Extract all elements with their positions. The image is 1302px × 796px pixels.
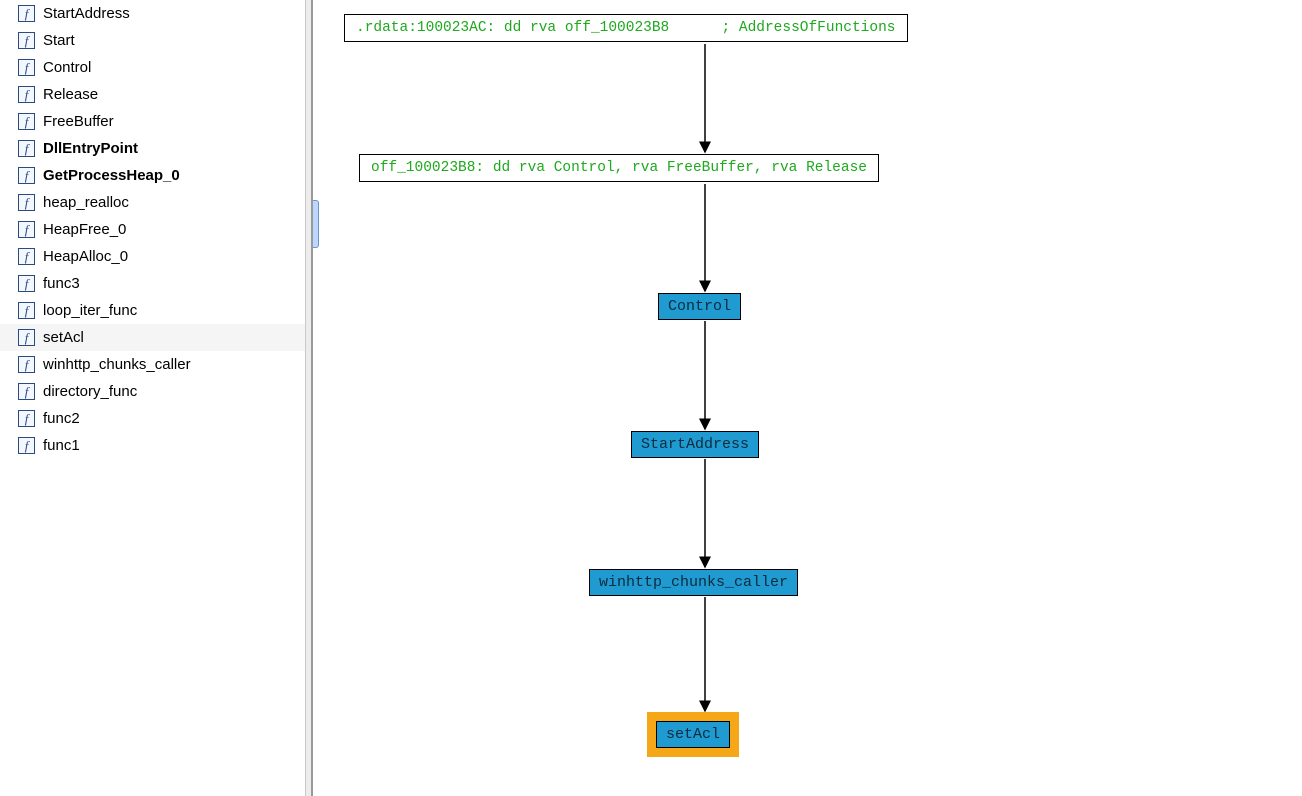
function-icon: f	[18, 32, 35, 49]
function-icon: f	[18, 194, 35, 211]
graph-node-off[interactable]: off_100023B8: dd rva Control, rva FreeBu…	[359, 154, 879, 182]
function-item-DllEntryPoint[interactable]: f DllEntryPoint	[0, 135, 305, 162]
graph-node-winhttp-chunks-caller[interactable]: winhttp_chunks_caller	[589, 569, 798, 596]
function-label: func3	[43, 275, 80, 292]
function-item-Release[interactable]: f Release	[0, 81, 305, 108]
function-label: func2	[43, 410, 80, 427]
function-item-func3[interactable]: f func3	[0, 270, 305, 297]
function-icon: f	[18, 221, 35, 238]
graph-view[interactable]: .rdata:100023AC: dd rva off_100023B8 ; A…	[311, 0, 1302, 796]
function-item-HeapAlloc_0[interactable]: f HeapAlloc_0	[0, 243, 305, 270]
function-label: winhttp_chunks_caller	[43, 356, 191, 373]
panel-collapse-handle[interactable]	[313, 200, 319, 248]
function-icon: f	[18, 140, 35, 157]
function-label: directory_func	[43, 383, 137, 400]
function-icon: f	[18, 86, 35, 103]
function-label: StartAddress	[43, 5, 130, 22]
graph-node-startaddress[interactable]: StartAddress	[631, 431, 759, 458]
graph-node-setacl[interactable]: setAcl	[656, 721, 730, 748]
function-label: HeapFree_0	[43, 221, 126, 238]
function-label: Control	[43, 59, 91, 76]
function-label: func1	[43, 437, 80, 454]
function-label: HeapAlloc_0	[43, 248, 128, 265]
graph-node-rdata[interactable]: .rdata:100023AC: dd rva off_100023B8 ; A…	[344, 14, 908, 42]
function-item-StartAddress[interactable]: f StartAddress	[0, 0, 305, 27]
function-label: setAcl	[43, 329, 84, 346]
function-icon: f	[18, 356, 35, 373]
function-label: heap_realloc	[43, 194, 129, 211]
graph-node-setacl-selected[interactable]: setAcl	[647, 712, 739, 757]
function-label: Start	[43, 32, 75, 49]
function-label: FreeBuffer	[43, 113, 114, 130]
function-icon: f	[18, 113, 35, 130]
function-label: Release	[43, 86, 98, 103]
function-icon: f	[18, 329, 35, 346]
function-icon: f	[18, 167, 35, 184]
function-icon: f	[18, 59, 35, 76]
function-item-heap_realloc[interactable]: f heap_realloc	[0, 189, 305, 216]
function-label: DllEntryPoint	[43, 140, 138, 157]
function-label: GetProcessHeap_0	[43, 167, 180, 184]
function-icon: f	[18, 5, 35, 22]
function-item-directory_func[interactable]: f directory_func	[0, 378, 305, 405]
function-item-GetProcessHeap_0[interactable]: f GetProcessHeap_0	[0, 162, 305, 189]
function-item-FreeBuffer[interactable]: f FreeBuffer	[0, 108, 305, 135]
function-icon: f	[18, 383, 35, 400]
function-item-Start[interactable]: f Start	[0, 27, 305, 54]
function-item-winhttp_chunks_caller[interactable]: f winhttp_chunks_caller	[0, 351, 305, 378]
function-item-func2[interactable]: f func2	[0, 405, 305, 432]
function-icon: f	[18, 248, 35, 265]
functions-list: fStartAddressfStartfControlfReleasefFree…	[0, 0, 305, 459]
function-item-setAcl[interactable]: fsetAcl	[0, 324, 305, 351]
function-item-Control[interactable]: f Control	[0, 54, 305, 81]
graph-arrows	[313, 0, 1302, 796]
function-item-func1[interactable]: f func1	[0, 432, 305, 459]
function-label: loop_iter_func	[43, 302, 137, 319]
function-item-loop_iter_func[interactable]: f loop_iter_func	[0, 297, 305, 324]
function-icon: f	[18, 437, 35, 454]
function-icon: f	[18, 275, 35, 292]
function-icon: f	[18, 302, 35, 319]
functions-panel[interactable]: fStartAddressfStartfControlfReleasefFree…	[0, 0, 306, 796]
graph-node-control[interactable]: Control	[658, 293, 741, 320]
function-icon: f	[18, 410, 35, 427]
function-item-HeapFree_0[interactable]: f HeapFree_0	[0, 216, 305, 243]
